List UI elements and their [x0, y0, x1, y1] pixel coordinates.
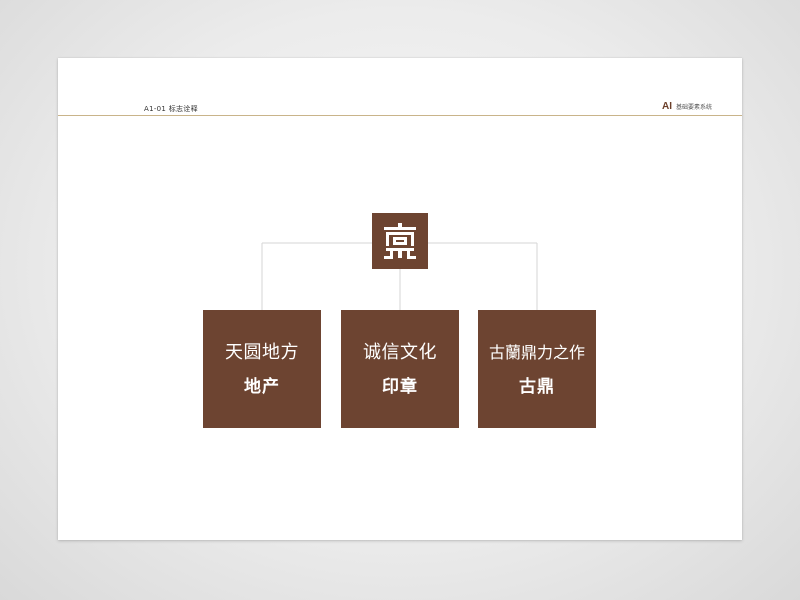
card-subtitle: 地产: [244, 376, 280, 397]
section-code: AI: [661, 101, 672, 112]
card-subtitle: 印章: [382, 376, 418, 397]
ding-seal-logo-icon: [384, 223, 416, 259]
card-title: 诚信文化: [363, 341, 437, 363]
brand-manual-page: A1-01 标志诠释 AI 基础要素系统 天圆地方 地产 诚信文化 印章 古蘭鼎…: [58, 58, 742, 540]
page-section-title: A1-01 标志诠释: [144, 105, 198, 113]
concept-card-land: 天圆地方 地产: [203, 310, 321, 428]
connector-lines: [261, 242, 538, 310]
card-title: 天圆地方: [225, 341, 299, 363]
concept-card-ding: 古蘭鼎力之作 古鼎: [478, 310, 596, 428]
card-title: 古蘭鼎力之作: [488, 342, 585, 362]
concept-card-seal: 诚信文化 印章: [341, 310, 459, 428]
card-subtitle: 古鼎: [519, 376, 555, 397]
page-header-right: AI 基础要素系统: [662, 101, 712, 112]
section-category: 基础要素系统: [675, 104, 712, 111]
logo-box: [372, 213, 428, 269]
header-divider: [58, 115, 742, 116]
